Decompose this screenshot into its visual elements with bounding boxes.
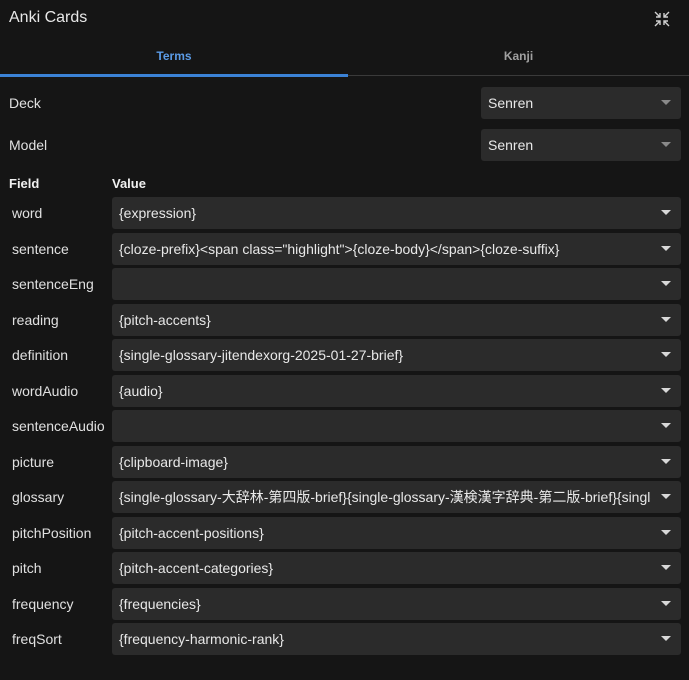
field-value-select-11[interactable]: {frequencies} — [112, 588, 681, 620]
chevron-down-icon — [661, 601, 671, 606]
field-value-select-10[interactable]: {pitch-accent-categories} — [112, 552, 681, 584]
chevron-down-icon — [661, 530, 671, 535]
chevron-down-icon — [661, 281, 671, 286]
field-value-text: {pitch-accent-categories} — [119, 560, 274, 576]
field-column-header: Field — [9, 176, 40, 191]
field-value-text: {clipboard-image} — [119, 454, 228, 470]
field-value-text: {single-glossary-大辞林-第四版-brief}{single-g… — [119, 489, 651, 505]
field-name-8: glossary — [12, 489, 65, 505]
field-name-6: sentenceAudio — [12, 418, 105, 434]
field-name-5: wordAudio — [12, 383, 79, 399]
chevron-down-icon — [661, 636, 671, 641]
field-value-select-12[interactable]: {frequency-harmonic-rank} — [112, 623, 681, 655]
model-select[interactable]: Senren — [481, 129, 681, 161]
field-value-select-6[interactable] — [112, 410, 681, 442]
chevron-down-icon — [661, 246, 671, 251]
field-value-text: {pitch-accent-positions} — [119, 525, 264, 541]
tab-terms[interactable]: Terms — [0, 38, 348, 77]
field-name-10: pitch — [12, 560, 42, 576]
chevron-down-icon — [661, 142, 671, 147]
field-value-select-1[interactable]: {cloze-prefix}<span class="highlight">{c… — [112, 233, 681, 265]
deck-select-value: Senren — [488, 95, 534, 111]
panel-header: Anki Cards — [0, 0, 689, 38]
model-label: Model — [9, 137, 48, 153]
field-value-text: {frequencies} — [119, 596, 201, 612]
field-value-select-7[interactable]: {clipboard-image} — [112, 446, 681, 478]
collapse-icon[interactable] — [653, 10, 671, 28]
value-column-header: Value — [112, 176, 146, 191]
field-name-11: frequency — [12, 596, 74, 612]
chevron-down-icon — [661, 565, 671, 570]
tab-bar: Terms Kanji — [0, 38, 689, 77]
field-name-0: word — [12, 205, 43, 221]
field-name-2: sentenceEng — [12, 276, 94, 292]
field-value-text: {expression} — [119, 205, 197, 221]
chevron-down-icon — [661, 317, 671, 322]
chevron-down-icon — [661, 100, 671, 105]
field-value-select-8[interactable]: {single-glossary-大辞林-第四版-brief}{single-g… — [112, 481, 681, 513]
field-name-7: picture — [12, 454, 55, 470]
chevron-down-icon — [661, 388, 671, 393]
field-value-select-3[interactable]: {pitch-accents} — [112, 304, 681, 336]
chevron-down-icon — [661, 210, 671, 215]
model-select-value: Senren — [488, 137, 534, 153]
tab-kanji[interactable]: Kanji — [348, 38, 689, 76]
chevron-down-icon — [661, 459, 671, 464]
field-value-text: {audio} — [119, 383, 163, 399]
field-name-9: pitchPosition — [12, 525, 92, 541]
field-name-1: sentence — [12, 241, 69, 257]
panel-title: Anki Cards — [9, 9, 88, 26]
field-name-3: reading — [12, 312, 59, 328]
field-value-text: {pitch-accents} — [119, 312, 211, 328]
field-value-text: {cloze-prefix}<span class="highlight">{c… — [119, 241, 560, 257]
field-value-select-0[interactable]: {expression} — [112, 197, 681, 229]
field-value-select-5[interactable]: {audio} — [112, 375, 681, 407]
field-name-4: definition — [12, 347, 69, 363]
anki-cards-panel: Anki Cards Terms Kanji Deck Senren Model… — [0, 0, 689, 680]
field-value-select-2[interactable] — [112, 268, 681, 300]
field-value-select-4[interactable]: {single-glossary-jitendexorg-2025-01-27-… — [112, 339, 681, 371]
field-value-text: {frequency-harmonic-rank} — [119, 631, 284, 647]
deck-label: Deck — [9, 95, 41, 111]
field-name-12: freqSort — [12, 631, 62, 647]
chevron-down-icon — [661, 423, 671, 428]
chevron-down-icon — [661, 352, 671, 357]
field-value-select-9[interactable]: {pitch-accent-positions} — [112, 517, 681, 549]
deck-select[interactable]: Senren — [481, 87, 681, 119]
field-value-text: {single-glossary-jitendexorg-2025-01-27-… — [119, 347, 404, 363]
chevron-down-icon — [661, 494, 671, 499]
